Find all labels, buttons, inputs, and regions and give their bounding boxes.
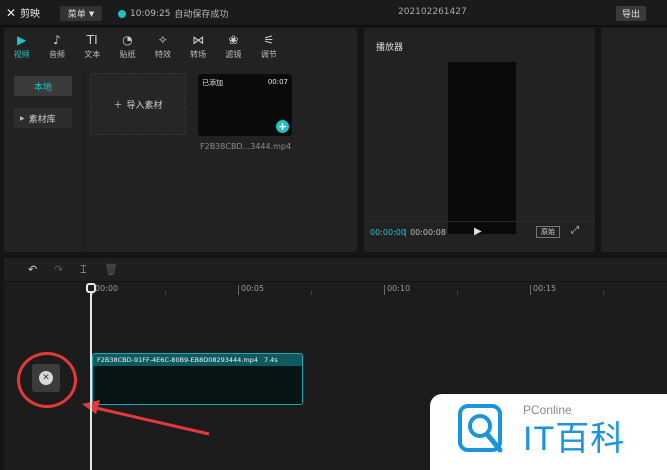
tab-video[interactable]: ▶ 视频: [4, 28, 39, 65]
autosave-status: 10:09:25 自动保存成功: [118, 7, 228, 20]
media-panel: ▶ 视频 ♪ 音频 TI 文本 ◔ 贴纸 ✧ 特效 ⋈ 转场 ❀ 滤镜 ⚟ 调节: [4, 28, 357, 252]
import-label: 导入素材: [126, 100, 163, 111]
tab-effects[interactable]: ✧ 特效: [145, 28, 180, 65]
app-name: 剪映: [20, 9, 41, 20]
watermark: PConline IT百科: [430, 394, 667, 470]
tab-adjust[interactable]: ⚟ 调节: [251, 28, 286, 65]
current-time: 00:00:00: [370, 228, 406, 237]
tab-transition[interactable]: ⋈ 转场: [180, 28, 215, 65]
tab-label: 调节: [260, 49, 277, 59]
tab-sticker[interactable]: ◔ 贴纸: [110, 28, 145, 65]
sidebar-divider: [84, 68, 85, 252]
video-icon: ▶: [17, 32, 27, 47]
app-logo: ✕ 剪映: [6, 5, 41, 21]
media-clip-thumbnail[interactable]: 已添加 00:07 +: [198, 74, 292, 136]
tab-filter[interactable]: ❀ 滤镜: [216, 28, 251, 65]
sidebar-item-label: 素材库: [28, 114, 56, 125]
tab-label: 转场: [190, 49, 207, 59]
added-badge: 已添加: [202, 79, 223, 87]
sidebar-item-library[interactable]: ▶ 素材库: [14, 108, 72, 128]
autosave-time: 10:09:25: [130, 8, 171, 19]
media-clip-name: F2B38CBD...3444.mp4: [200, 142, 292, 151]
tab-label: 文本: [84, 49, 101, 59]
title-bar: ✕ 剪映 菜单 ▼ 10:09:25 自动保存成功 202102261427 导…: [0, 0, 667, 26]
caret-right-icon: ▶: [20, 114, 25, 122]
export-button[interactable]: 导出: [616, 6, 646, 21]
media-toolbar: ▶ 视频 ♪ 音频 TI 文本 ◔ 贴纸 ✧ 特效 ⋈ 转场 ❀ 滤镜 ⚟ 调节: [4, 28, 357, 65]
fullscreen-icon[interactable]: ⤢: [571, 225, 579, 236]
text-icon: TI: [86, 32, 98, 47]
menu-label: 菜单: [67, 10, 86, 20]
plus-icon: ＋: [113, 100, 123, 111]
tab-label: 滤镜: [225, 49, 242, 59]
player-divider: [364, 221, 595, 222]
watermark-brand: PConline: [523, 403, 572, 417]
aspect-ratio-button[interactable]: 原始: [536, 226, 560, 238]
chevron-down-icon: ▼: [88, 9, 95, 18]
tab-label: 贴纸: [119, 49, 136, 59]
pconline-logo-icon: [458, 404, 503, 453]
clip-duration: 00:07: [267, 78, 288, 86]
sidebar-item-local[interactable]: 本地: [14, 76, 72, 96]
capcut-logo-icon: ✕: [6, 5, 17, 20]
adjust-icon: ⚟: [263, 32, 275, 47]
tab-text[interactable]: TI 文本: [75, 28, 110, 65]
menu-button[interactable]: 菜单 ▼: [60, 6, 102, 21]
tab-label: 视频: [13, 49, 30, 59]
total-time: 00:00:08: [410, 228, 446, 237]
audio-icon: ♪: [53, 32, 61, 47]
player-title: 播放器: [376, 43, 404, 53]
player-screen: [448, 62, 516, 234]
playhead[interactable]: [90, 286, 92, 470]
player-panel: 播放器 00:00:00 | 00:00:08 ▶ 原始 ⤢: [364, 28, 595, 252]
tab-label: 特效: [154, 49, 171, 59]
tab-audio[interactable]: ♪ 音频: [39, 28, 74, 65]
filter-icon: ❀: [228, 32, 239, 47]
project-name: 202102261427: [398, 7, 467, 17]
sticker-icon: ◔: [122, 32, 133, 47]
import-media-button[interactable]: ＋ 导入素材: [90, 73, 186, 135]
transition-icon: ⋈: [192, 32, 205, 47]
effects-icon: ✧: [157, 32, 168, 47]
media-sidebar: 本地 ▶ 素材库: [8, 68, 80, 248]
properties-panel: [601, 28, 667, 252]
play-icon[interactable]: ▶: [474, 226, 482, 237]
add-to-timeline-icon[interactable]: +: [276, 120, 289, 133]
playhead-handle[interactable]: [86, 283, 96, 293]
tab-label: 音频: [48, 49, 65, 59]
time-separator: |: [404, 228, 407, 237]
autosave-text: 自动保存成功: [174, 10, 229, 20]
watermark-title: IT百科: [523, 420, 626, 458]
autosave-dot-icon: [118, 9, 126, 18]
